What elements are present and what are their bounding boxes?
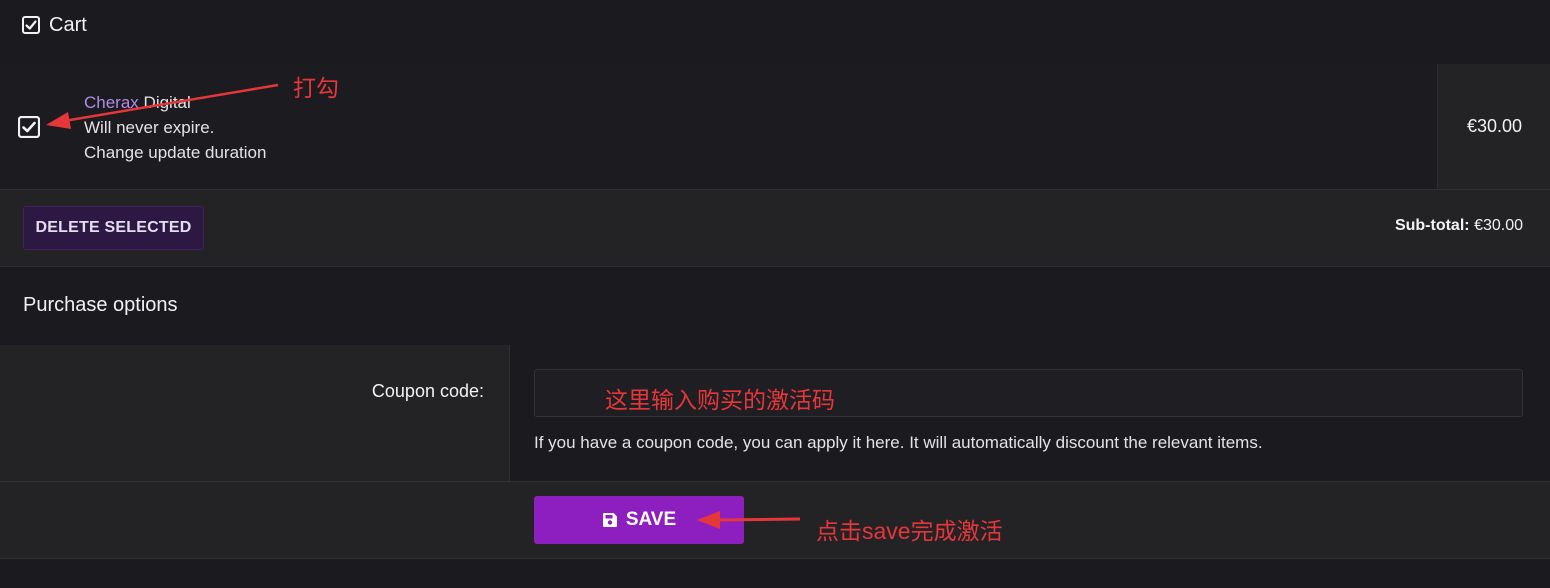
cart-header: Cart — [22, 10, 87, 40]
checkbox-checked-icon[interactable] — [22, 16, 40, 34]
coupon-help-text: If you have a coupon code, you can apply… — [534, 433, 1263, 452]
floppy-disk-icon — [602, 513, 617, 527]
item-checkbox[interactable] — [18, 116, 40, 138]
coupon-label-cell — [0, 345, 510, 481]
item-details: Cherax Digital Will never expire. Change… — [84, 90, 266, 165]
change-duration-link[interactable]: Change update duration — [84, 140, 266, 165]
item-price: €30.00 — [1437, 64, 1550, 189]
save-row — [0, 482, 1550, 559]
annotation-save-note: 点击save完成激活 — [816, 518, 1003, 544]
item-name-rest: Digital — [138, 93, 191, 112]
coupon-code-label: Coupon code: — [371, 381, 484, 401]
save-button[interactable]: SAVE — [534, 496, 744, 544]
subtotal-label: Sub-total: — [1394, 217, 1470, 234]
save-label: SAVE — [625, 509, 677, 530]
subtotal: Sub-total: €30.00 — [1395, 217, 1523, 235]
cart-title: Cart — [49, 13, 87, 36]
delete-selected-button[interactable]: DELETE SELECTED — [23, 206, 204, 250]
cart-actions-bar — [0, 190, 1550, 267]
item-expiry: Will never expire. — [84, 118, 215, 137]
item-name[interactable]: Cherax Digital — [84, 90, 266, 115]
annotation-check-note: 打勾 — [293, 75, 339, 101]
purchase-options-title: Purchase options — [23, 294, 178, 316]
annotation-coupon-note: 这里输入购买的激活码 — [605, 387, 835, 413]
subtotal-value: €30.00 — [1474, 217, 1523, 234]
item-name-brand[interactable]: Cherax — [84, 93, 139, 112]
